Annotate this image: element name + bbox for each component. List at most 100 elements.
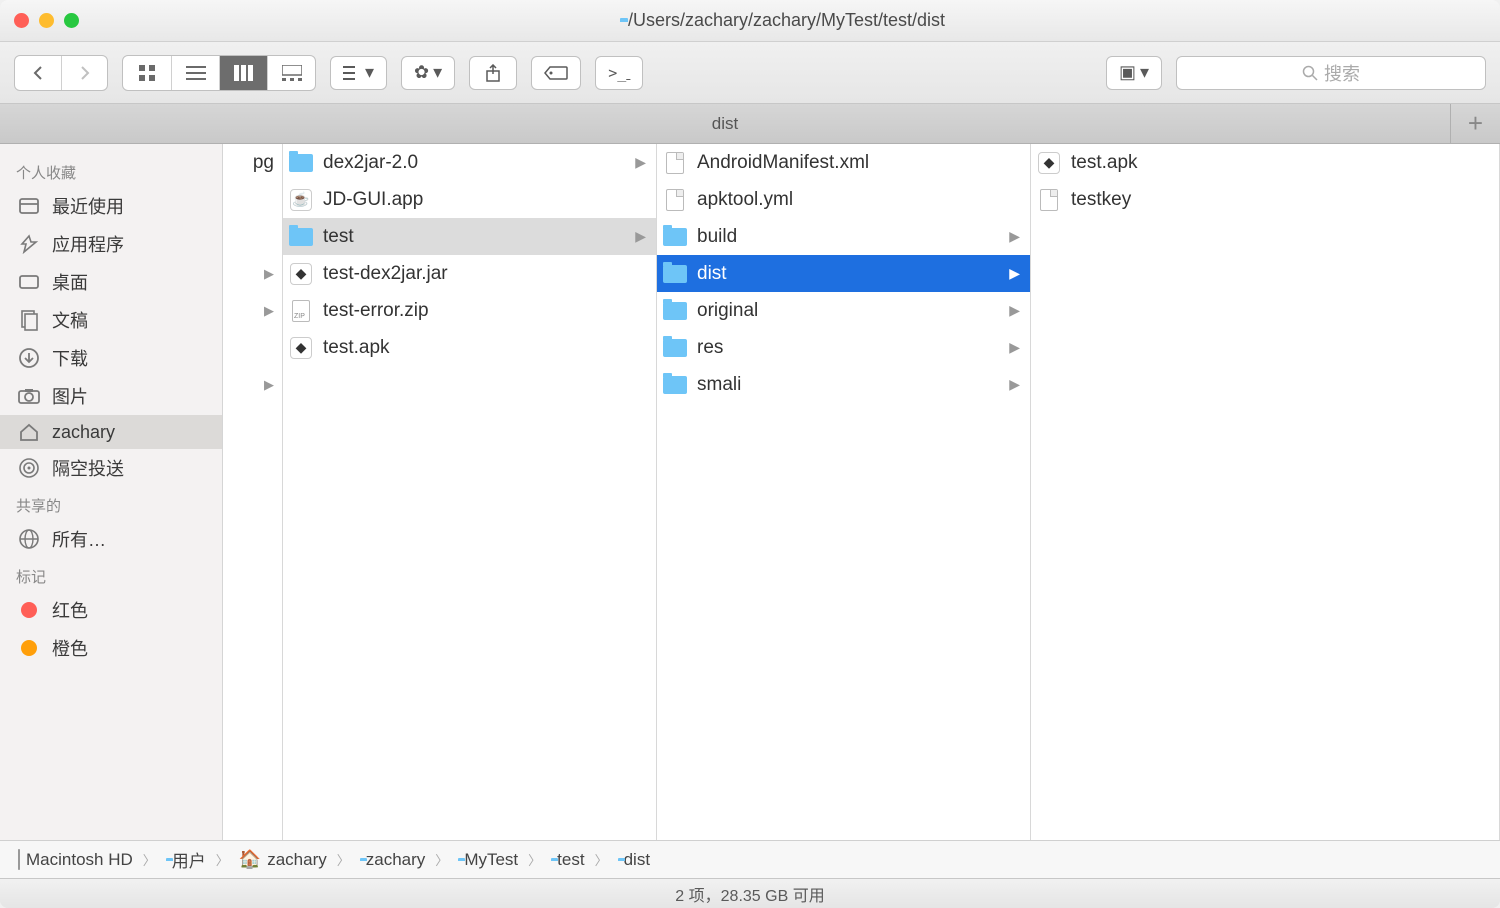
action-button[interactable]: ✿ ▾ [401,56,455,90]
sidebar-item-all-shared[interactable]: 所有… [0,520,222,558]
chevron-right-icon: ▶ [264,266,274,282]
sidebar-item-airdrop[interactable]: 隔空投送 [0,449,222,487]
zoom-button[interactable] [64,13,79,28]
chevron-right-icon: ▶ [1009,376,1020,393]
chevron-right-icon: 〉 [216,850,229,869]
search-input[interactable]: 搜索 [1176,56,1486,90]
sidebar-item-downloads[interactable]: 下载 [0,339,222,377]
sidebar-tag-orange[interactable]: 橙色 [0,629,222,667]
path-segment[interactable]: 🏠zachary [239,849,327,870]
file-row[interactable]: original▶ [657,292,1030,329]
path-segment[interactable]: test [551,850,584,870]
folder-icon [663,373,687,397]
back-button[interactable] [15,56,61,90]
column-2: AndroidManifest.xml apktool.yml build▶ d… [657,144,1031,840]
close-button[interactable] [14,13,29,28]
sidebar-tag-red[interactable]: 红色 [0,591,222,629]
path-segment[interactable]: Macintosh HD [18,850,133,870]
tags-button[interactable] [531,56,581,90]
file-row[interactable]: smali ▶ [657,366,1030,403]
tab-dist[interactable]: dist [0,104,1450,143]
file-row[interactable]: dist▶ [657,255,1030,292]
dropbox-button[interactable]: ▣ ▾ [1106,56,1162,90]
file-row[interactable]: test▶ [283,218,656,255]
downloads-icon [16,347,42,369]
sidebar-item-recent[interactable]: 最近使用 [0,187,222,225]
chevron-right-icon: 〉 [528,850,541,869]
sidebar-item-documents[interactable]: 文稿 [0,301,222,339]
path-segment[interactable]: MyTest [458,850,518,870]
sidebar-item-desktop[interactable]: 桌面 [0,263,222,301]
share-button[interactable] [469,56,517,90]
file-label: AndroidManifest.xml [697,152,1020,174]
recent-icon [16,195,42,217]
icon-view-button[interactable] [123,56,171,90]
path-segment[interactable]: 用户 [166,847,206,872]
file-row[interactable]: AndroidManifest.xml [657,144,1030,181]
airdrop-icon [16,457,42,479]
file-row[interactable]: res ▶ [657,329,1030,366]
nav-group [14,55,108,91]
chevron-right-icon: 〉 [435,850,448,869]
file-label: testkey [1071,189,1489,211]
peek-text: pg [253,152,274,174]
file-row[interactable]: ◆test.apk [283,329,656,366]
file-row[interactable]: dex2jar-2.0▶ [283,144,656,181]
file-label: test-dex2jar.jar [323,263,646,285]
arrange-button[interactable]: ▾ [330,56,387,90]
peek-row[interactable]: ▶ [223,292,282,329]
chevron-right-icon: 〉 [337,850,350,869]
title-path: /Users/zachary/zachary/MyTest/test/dist [628,10,945,31]
apk-icon: ◆ [1037,151,1061,175]
sidebar-item-label: 最近使用 [52,193,124,219]
path-segment[interactable]: dist [618,850,650,870]
file-row[interactable]: test-error.zip [283,292,656,329]
column-peek: pg ▶ ▶ ▶ [223,144,283,840]
chevron-right-icon: ▶ [264,303,274,319]
file-icon [1037,188,1061,212]
new-tab-button[interactable]: + [1450,104,1500,143]
window-title: /Users/zachary/zachary/MyTest/test/dist [79,10,1486,31]
home-icon [16,421,42,443]
search-placeholder: 搜索 [1324,60,1360,86]
chevron-right-icon: ▶ [635,154,646,171]
file-row[interactable]: build▶ [657,218,1030,255]
path-segment[interactable]: zachary [360,850,426,870]
file-label: JD-GUI.app [323,189,646,211]
chevron-down-icon: ▾ [1140,62,1149,83]
file-label: smali [697,374,999,396]
sidebar-item-home[interactable]: zachary [0,415,222,449]
peek-row[interactable]: ▶ [223,366,282,403]
list-view-button[interactable] [171,56,219,90]
folder-icon [663,299,687,323]
chevron-right-icon: ▶ [1009,339,1020,356]
peek-row[interactable]: ▶ [223,255,282,292]
column-view-button[interactable] [219,56,267,90]
chevron-right-icon: ▶ [1009,265,1020,282]
gallery-view-button[interactable] [267,56,315,90]
desktop-icon [16,271,42,293]
column-1: dex2jar-2.0▶ ☕JD-GUI.app test▶ ◆test-dex… [283,144,657,840]
hd-icon [18,850,20,870]
file-row[interactable]: ☕JD-GUI.app [283,181,656,218]
chevron-right-icon: 〉 [595,850,608,869]
peek-row[interactable]: pg [223,144,282,181]
file-row[interactable]: ◆test-dex2jar.jar [283,255,656,292]
minimize-button[interactable] [39,13,54,28]
file-row[interactable]: apktool.yml [657,181,1030,218]
sidebar-item-label: 文稿 [52,307,88,333]
terminal-button[interactable]: >_ [595,56,643,90]
folder-icon [663,262,687,286]
xml-icon [663,151,687,175]
sidebar-item-label: zachary [52,422,115,443]
forward-button[interactable] [61,56,107,90]
file-row[interactable]: ◆test.apk [1031,144,1499,181]
tab-bar: dist + [0,104,1500,144]
toolbar: ▾ ✿ ▾ >_ ▣ ▾ 搜索 [0,42,1500,104]
file-label: res [697,337,999,359]
path-label: 用户 [172,847,206,872]
sidebar-item-pictures[interactable]: 图片 [0,377,222,415]
path-label: test [557,850,584,870]
file-row[interactable]: testkey [1031,181,1499,218]
sidebar-item-applications[interactable]: 应用程序 [0,225,222,263]
